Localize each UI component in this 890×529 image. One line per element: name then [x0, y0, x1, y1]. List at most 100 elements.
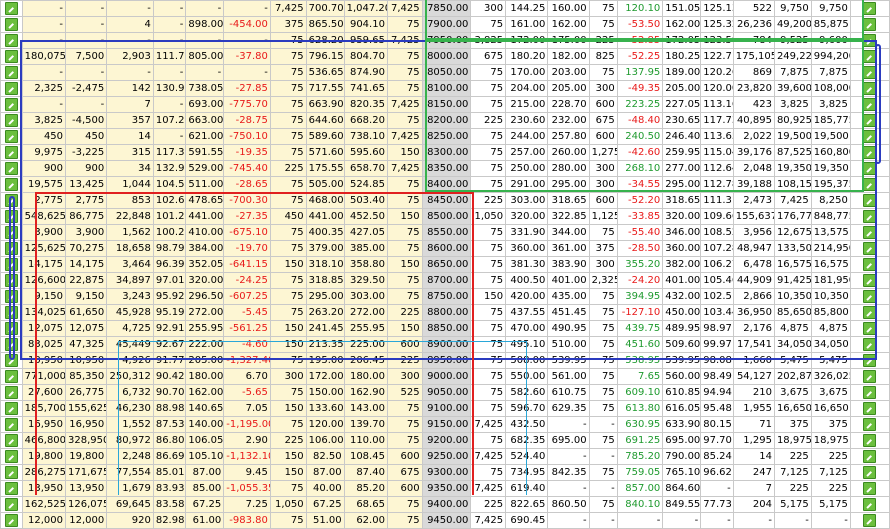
green-check-icon[interactable]	[863, 161, 877, 175]
green-check-icon[interactable]	[4, 289, 18, 303]
green-check-icon[interactable]	[863, 401, 877, 415]
green-check-icon[interactable]	[4, 369, 18, 383]
green-check-icon[interactable]	[863, 113, 877, 127]
green-check-icon-cell[interactable]	[849, 272, 890, 289]
green-check-icon[interactable]	[863, 417, 877, 431]
green-check-icon-cell[interactable]	[0, 304, 23, 321]
green-check-icon-cell[interactable]	[849, 320, 890, 337]
green-check-icon-cell[interactable]	[0, 256, 23, 273]
green-check-icon[interactable]	[4, 241, 18, 255]
green-check-icon[interactable]	[863, 449, 877, 463]
green-check-icon-cell[interactable]	[0, 368, 23, 385]
green-check-icon-cell[interactable]	[849, 128, 890, 145]
green-check-icon-cell[interactable]	[0, 32, 23, 49]
green-check-icon-cell[interactable]	[0, 288, 23, 305]
green-check-icon-cell[interactable]	[849, 496, 890, 513]
green-check-icon-cell[interactable]	[0, 16, 23, 33]
green-check-icon[interactable]	[4, 337, 18, 351]
green-check-icon-cell[interactable]	[0, 192, 23, 209]
green-check-icon-cell[interactable]	[0, 176, 23, 193]
green-check-icon-cell[interactable]	[849, 368, 890, 385]
green-check-icon[interactable]	[863, 385, 877, 399]
green-check-icon-cell[interactable]	[849, 384, 890, 401]
green-check-icon-cell[interactable]	[849, 208, 890, 225]
green-check-icon-cell[interactable]	[849, 144, 890, 161]
green-check-icon[interactable]	[4, 1, 18, 15]
green-check-icon-cell[interactable]	[0, 336, 23, 353]
green-check-icon[interactable]	[4, 209, 18, 223]
green-check-icon-cell[interactable]	[0, 96, 23, 113]
green-check-icon[interactable]	[863, 353, 877, 367]
green-check-icon[interactable]	[4, 145, 18, 159]
green-check-icon-cell[interactable]	[849, 480, 890, 497]
green-check-icon[interactable]	[4, 161, 18, 175]
green-check-icon-cell[interactable]	[0, 352, 23, 369]
green-check-icon[interactable]	[863, 225, 877, 239]
green-check-icon-cell[interactable]	[0, 400, 23, 417]
green-check-icon[interactable]	[863, 1, 877, 15]
green-check-icon[interactable]	[4, 433, 18, 447]
green-check-icon[interactable]	[4, 417, 18, 431]
green-check-icon[interactable]	[4, 17, 18, 31]
green-check-icon-cell[interactable]	[0, 464, 23, 481]
green-check-icon-cell[interactable]	[0, 0, 23, 17]
green-check-icon-cell[interactable]	[0, 272, 23, 289]
green-check-icon[interactable]	[863, 145, 877, 159]
green-check-icon[interactable]	[863, 257, 877, 271]
green-check-icon-cell[interactable]	[849, 176, 890, 193]
green-check-icon-cell[interactable]	[0, 112, 23, 129]
green-check-icon[interactable]	[863, 273, 877, 287]
green-check-icon[interactable]	[4, 65, 18, 79]
green-check-icon[interactable]	[863, 337, 877, 351]
green-check-icon-cell[interactable]	[0, 128, 23, 145]
green-check-icon-cell[interactable]	[849, 304, 890, 321]
green-check-icon[interactable]	[4, 449, 18, 463]
green-check-icon-cell[interactable]	[849, 32, 890, 49]
green-check-icon-cell[interactable]	[849, 112, 890, 129]
green-check-icon-cell[interactable]	[0, 240, 23, 257]
green-check-icon-cell[interactable]	[849, 96, 890, 113]
green-check-icon-cell[interactable]	[0, 224, 23, 241]
green-check-icon[interactable]	[4, 97, 18, 111]
green-check-icon[interactable]	[863, 129, 877, 143]
green-check-icon-cell[interactable]	[0, 160, 23, 177]
green-check-icon[interactable]	[4, 465, 18, 479]
green-check-icon-cell[interactable]	[849, 240, 890, 257]
green-check-icon[interactable]	[4, 225, 18, 239]
green-check-icon-cell[interactable]	[0, 416, 23, 433]
green-check-icon[interactable]	[863, 193, 877, 207]
green-check-icon-cell[interactable]	[0, 208, 23, 225]
green-check-icon[interactable]	[863, 289, 877, 303]
green-check-icon-cell[interactable]	[849, 0, 890, 17]
green-check-icon[interactable]	[863, 305, 877, 319]
green-check-icon-cell[interactable]	[0, 480, 23, 497]
green-check-icon[interactable]	[863, 369, 877, 383]
green-check-icon-cell[interactable]	[849, 48, 890, 65]
green-check-icon[interactable]	[4, 305, 18, 319]
green-check-icon-cell[interactable]	[849, 256, 890, 273]
green-check-icon[interactable]	[4, 497, 18, 511]
green-check-icon-cell[interactable]	[0, 64, 23, 81]
green-check-icon[interactable]	[4, 353, 18, 367]
green-check-icon-cell[interactable]	[849, 432, 890, 449]
green-check-icon[interactable]	[863, 49, 877, 63]
green-check-icon[interactable]	[863, 33, 877, 47]
green-check-icon[interactable]	[4, 113, 18, 127]
green-check-icon-cell[interactable]	[0, 512, 23, 529]
green-check-icon[interactable]	[863, 209, 877, 223]
green-check-icon-cell[interactable]	[849, 464, 890, 481]
green-check-icon[interactable]	[4, 177, 18, 191]
green-check-icon-cell[interactable]	[0, 144, 23, 161]
green-check-icon[interactable]	[4, 273, 18, 287]
green-check-icon[interactable]	[863, 81, 877, 95]
green-check-icon[interactable]	[863, 65, 877, 79]
green-check-icon[interactable]	[863, 97, 877, 111]
green-check-icon[interactable]	[4, 401, 18, 415]
green-check-icon[interactable]	[863, 433, 877, 447]
green-check-icon[interactable]	[4, 513, 18, 527]
green-check-icon-cell[interactable]	[849, 64, 890, 81]
green-check-icon-cell[interactable]	[0, 320, 23, 337]
green-check-icon[interactable]	[4, 481, 18, 495]
green-check-icon-cell[interactable]	[0, 48, 23, 65]
green-check-icon-cell[interactable]	[0, 496, 23, 513]
